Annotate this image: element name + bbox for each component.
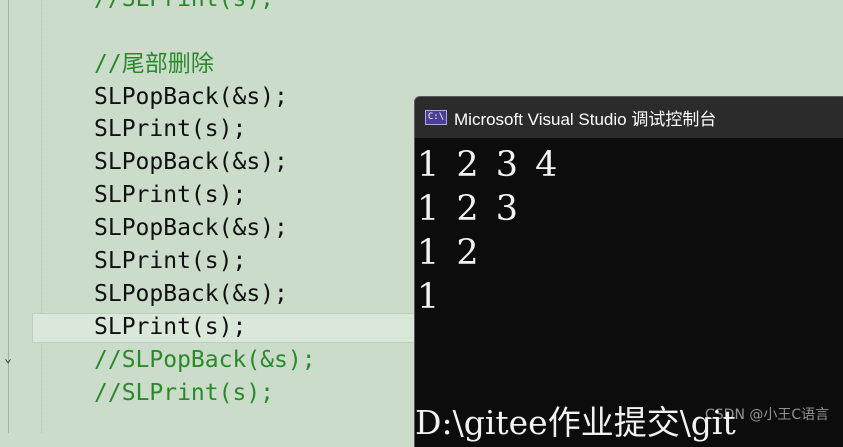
debug-console-window[interactable]: C:\ Microsoft Visual Studio 调试控制台 1 2 3 … bbox=[414, 96, 843, 447]
console-title: Microsoft Visual Studio 调试控制台 bbox=[454, 110, 717, 129]
code-line[interactable]: SLPrint(s); bbox=[94, 311, 246, 344]
output-line: 1 2 3 bbox=[417, 189, 522, 229]
code-line[interactable]: SLPrint(s); bbox=[94, 113, 246, 146]
console-app-icon: C:\ bbox=[425, 110, 447, 125]
code-line[interactable]: SLPrint(s); bbox=[94, 179, 246, 212]
output-line: 1 2 3 4 bbox=[417, 145, 561, 185]
code-line[interactable]: SLPrint(s); bbox=[94, 245, 246, 278]
console-prompt: D:\gitee作业提交\git bbox=[415, 403, 736, 442]
code-line[interactable]: SLPopBack(&s); bbox=[94, 212, 288, 245]
code-comment-line[interactable]: //尾部删除 bbox=[94, 48, 214, 81]
code-comment-line[interactable]: //SLPopBack(&s); bbox=[94, 344, 316, 377]
output-line: 1 bbox=[417, 277, 443, 317]
code-line[interactable]: SLPopBack(&s); bbox=[94, 146, 288, 179]
output-line: 1 2 bbox=[417, 233, 482, 273]
fold-chevron-icon[interactable]: ⌄ bbox=[0, 351, 16, 367]
gutter-divider bbox=[8, 0, 9, 433]
code-comment-line[interactable]: //SLPrint(s); bbox=[94, 0, 274, 16]
code-line[interactable]: SLPopBack(&s); bbox=[94, 81, 288, 114]
indent-guide bbox=[41, 0, 42, 433]
code-line[interactable]: SLPopBack(&s); bbox=[94, 278, 288, 311]
code-comment-line[interactable]: //SLPrint(s); bbox=[94, 377, 274, 410]
console-titlebar[interactable]: C:\ Microsoft Visual Studio 调试控制台 bbox=[415, 97, 843, 138]
watermark: CSDN @小王C语言 bbox=[705, 407, 830, 423]
